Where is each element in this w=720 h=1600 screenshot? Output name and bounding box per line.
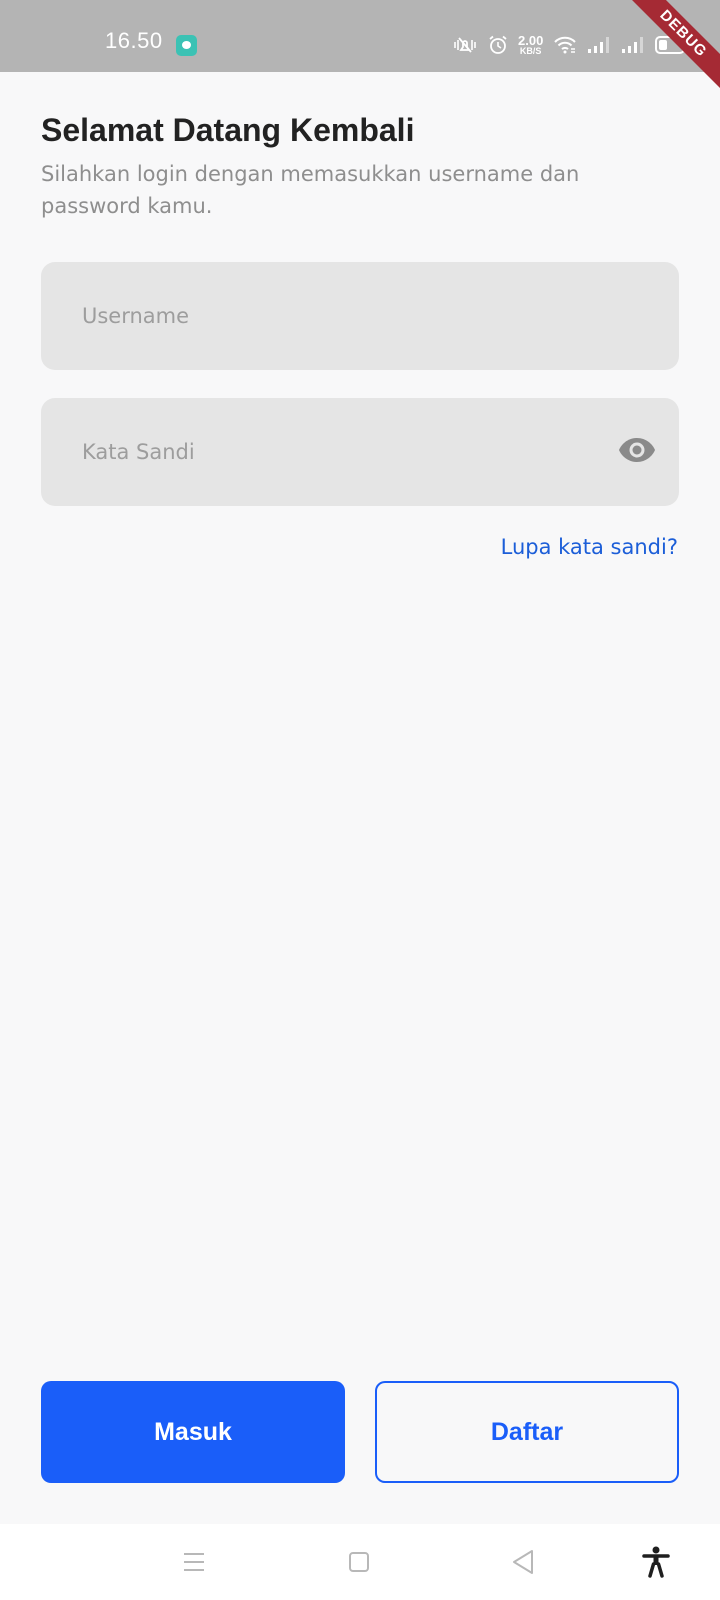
wifi-icon <box>554 36 577 54</box>
nav-home-button[interactable] <box>343 1546 375 1578</box>
password-input[interactable] <box>41 398 679 506</box>
navigation-bar <box>0 1524 720 1600</box>
page-subtitle: Silahkan login dengan memasukkan usernam… <box>41 162 580 218</box>
home-icon <box>349 1552 369 1572</box>
accessibility-icon <box>642 1546 670 1578</box>
nav-menu-button[interactable] <box>178 1546 210 1578</box>
debug-banner: DEBUG <box>610 0 720 110</box>
username-input[interactable] <box>41 262 679 370</box>
nav-back-button[interactable] <box>507 1546 539 1578</box>
page-title: Selamat Datang Kembali <box>41 112 415 148</box>
forgot-password-link[interactable]: Lupa kata sandi? <box>501 535 678 559</box>
show-password-toggle[interactable] <box>617 434 657 466</box>
register-button[interactable]: Daftar <box>375 1381 679 1483</box>
eye-icon <box>619 438 655 462</box>
status-time: 16.50 <box>105 28 163 53</box>
login-button[interactable]: Masuk <box>41 1381 345 1483</box>
menu-icon <box>184 1553 204 1571</box>
username-field-container <box>41 262 679 370</box>
vibrate-mute-icon <box>454 37 476 53</box>
alarm-icon <box>489 35 507 54</box>
debug-banner-label: DEBUG <box>621 0 720 96</box>
net-speed: 2.00 KB/S <box>518 34 543 56</box>
chat-app-icon <box>176 35 197 56</box>
nav-accessibility-button[interactable] <box>640 1546 672 1578</box>
password-field-container <box>41 398 679 506</box>
back-icon <box>513 1550 533 1574</box>
net-speed-unit: KB/S <box>519 46 542 56</box>
signal-icon <box>588 37 610 53</box>
